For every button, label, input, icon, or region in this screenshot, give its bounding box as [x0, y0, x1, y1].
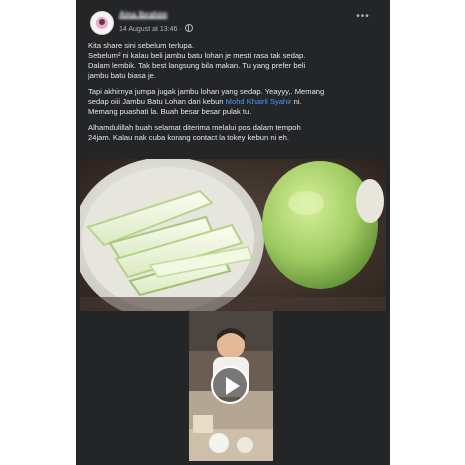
facebook-post: Aina Ibrahim 14 August at 13:46 · ••• Ki… [76, 0, 390, 465]
mention-link[interactable]: Mohd Khairil Syahir [226, 97, 292, 106]
text-line: Memang puashati la. Buah besar besar pul… [88, 107, 252, 116]
play-button[interactable] [211, 366, 249, 404]
text-segment: ni. [291, 97, 302, 106]
post-timestamp[interactable]: 14 August at 13:46 [119, 26, 177, 33]
author-avatar[interactable] [90, 11, 114, 35]
post-body: Kita share sini sebelum terlupa. Sebelum… [88, 41, 384, 149]
post-header: Aina Ibrahim 14 August at 13:46 · ••• [76, 0, 390, 40]
play-icon [226, 377, 240, 395]
meta-separator: · [179, 26, 182, 33]
paragraph-2: Tapi akhirnya jumpa jugak jambu lohan ya… [88, 87, 384, 117]
text-segment: sedap oiii Jambu Batu Lohan dari kebun [88, 97, 226, 106]
post-meta: 14 August at 13:46 · [119, 24, 193, 34]
text-line: jambu batu biasa je. [88, 71, 156, 80]
globe-icon [184, 24, 193, 32]
post-photo[interactable] [80, 159, 386, 311]
text-line: 24jam. Kalau nak cuba korang contact la … [88, 133, 289, 142]
text-line: Tapi akhirnya jumpa jugak jambu lohan ya… [88, 87, 325, 96]
paragraph-3: Alhamdulillah buah selamat diterima mela… [88, 123, 384, 143]
avatar-face [99, 19, 105, 25]
text-line: Dalam lembik. Tak best langsung bila mak… [88, 61, 306, 70]
text-line: Kita share sini sebelum terlupa. [88, 41, 194, 50]
guava-photo-illustration [80, 159, 386, 311]
text-line: Sebelum² ni kalau beli jambu batu lohan … [88, 51, 306, 60]
post-video[interactable] [189, 311, 273, 461]
text-line: Alhamdulillah buah selamat diterima mela… [88, 123, 301, 132]
more-icon[interactable]: ••• [354, 12, 372, 22]
paragraph-1: Kita share sini sebelum terlupa. Sebelum… [88, 41, 384, 81]
text-line-with-mention: sedap oiii Jambu Batu Lohan dari kebun M… [88, 97, 384, 107]
author-name[interactable]: Aina Ibrahim [119, 10, 168, 20]
